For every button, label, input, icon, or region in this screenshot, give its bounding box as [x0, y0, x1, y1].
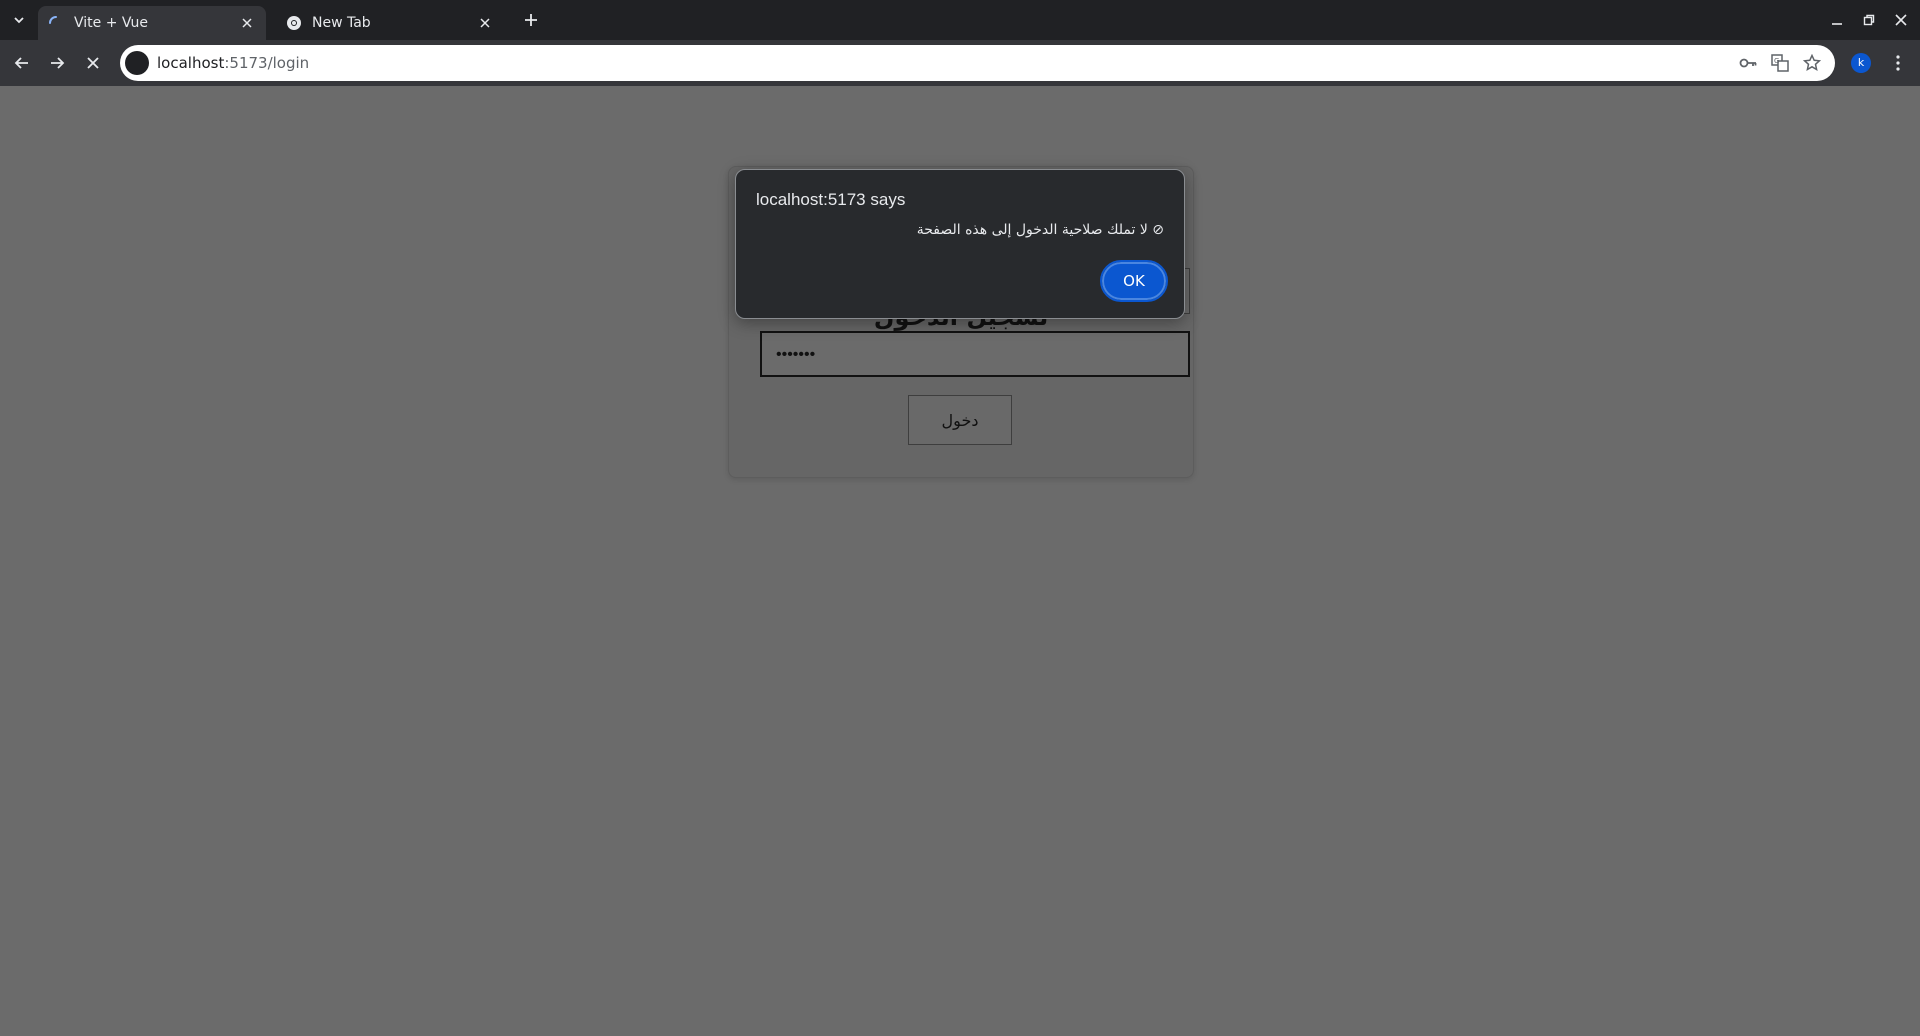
login-button[interactable]: دخول [908, 395, 1012, 445]
close-icon[interactable] [238, 14, 256, 32]
dialog-message: ⊘ لا تملك صلاحية الدخول إلى هذه الصفحة [916, 222, 1164, 238]
page-viewport: تسجيل الدخول hall ••••••• دخول localhost… [0, 86, 1920, 1036]
forward-arrow-icon[interactable] [43, 49, 71, 77]
plus-icon[interactable] [518, 7, 544, 33]
svg-text:G: G [1774, 57, 1779, 65]
tab-vite-vue[interactable]: Vite + Vue [38, 6, 266, 40]
address-bar[interactable]: localhost:5173/login G [120, 45, 1835, 81]
url-text[interactable]: localhost:5173/login [157, 45, 309, 81]
site-info-icon[interactable] [125, 51, 149, 75]
browser-window: Vite + Vue New Tab localhost:5173/login … [0, 0, 1920, 1036]
key-icon[interactable] [1736, 51, 1760, 75]
loading-spinner-icon [48, 15, 64, 31]
restore-icon[interactable] [1854, 6, 1884, 34]
star-icon[interactable] [1800, 51, 1824, 75]
tab-title: New Tab [312, 15, 371, 31]
chrome-icon [286, 15, 302, 31]
tab-strip: Vite + Vue New Tab [0, 0, 1920, 40]
minimize-icon[interactable] [1822, 6, 1852, 34]
ok-button[interactable]: OK [1100, 260, 1168, 302]
tab-title: Vite + Vue [74, 15, 149, 31]
url-host: localhost [157, 54, 225, 72]
close-icon[interactable] [476, 14, 494, 32]
close-icon[interactable] [1886, 6, 1916, 34]
url-path: :5173/login [224, 54, 310, 72]
kebab-menu-icon[interactable] [1884, 49, 1912, 77]
browser-toolbar: localhost:5173/login G k [0, 40, 1920, 86]
chevron-down-icon[interactable] [6, 7, 32, 33]
stop-loading-icon[interactable] [79, 49, 107, 77]
dialog-title: localhost:5173 says [756, 190, 906, 209]
alert-dialog: localhost:5173 says ⊘ لا تملك صلاحية الد… [735, 169, 1185, 319]
profile-avatar[interactable]: k [1851, 53, 1871, 73]
tab-new-tab[interactable]: New Tab [276, 6, 504, 40]
password-field[interactable]: ••••••• [760, 331, 1190, 377]
translate-icon[interactable]: G [1768, 51, 1792, 75]
back-arrow-icon[interactable] [8, 49, 36, 77]
